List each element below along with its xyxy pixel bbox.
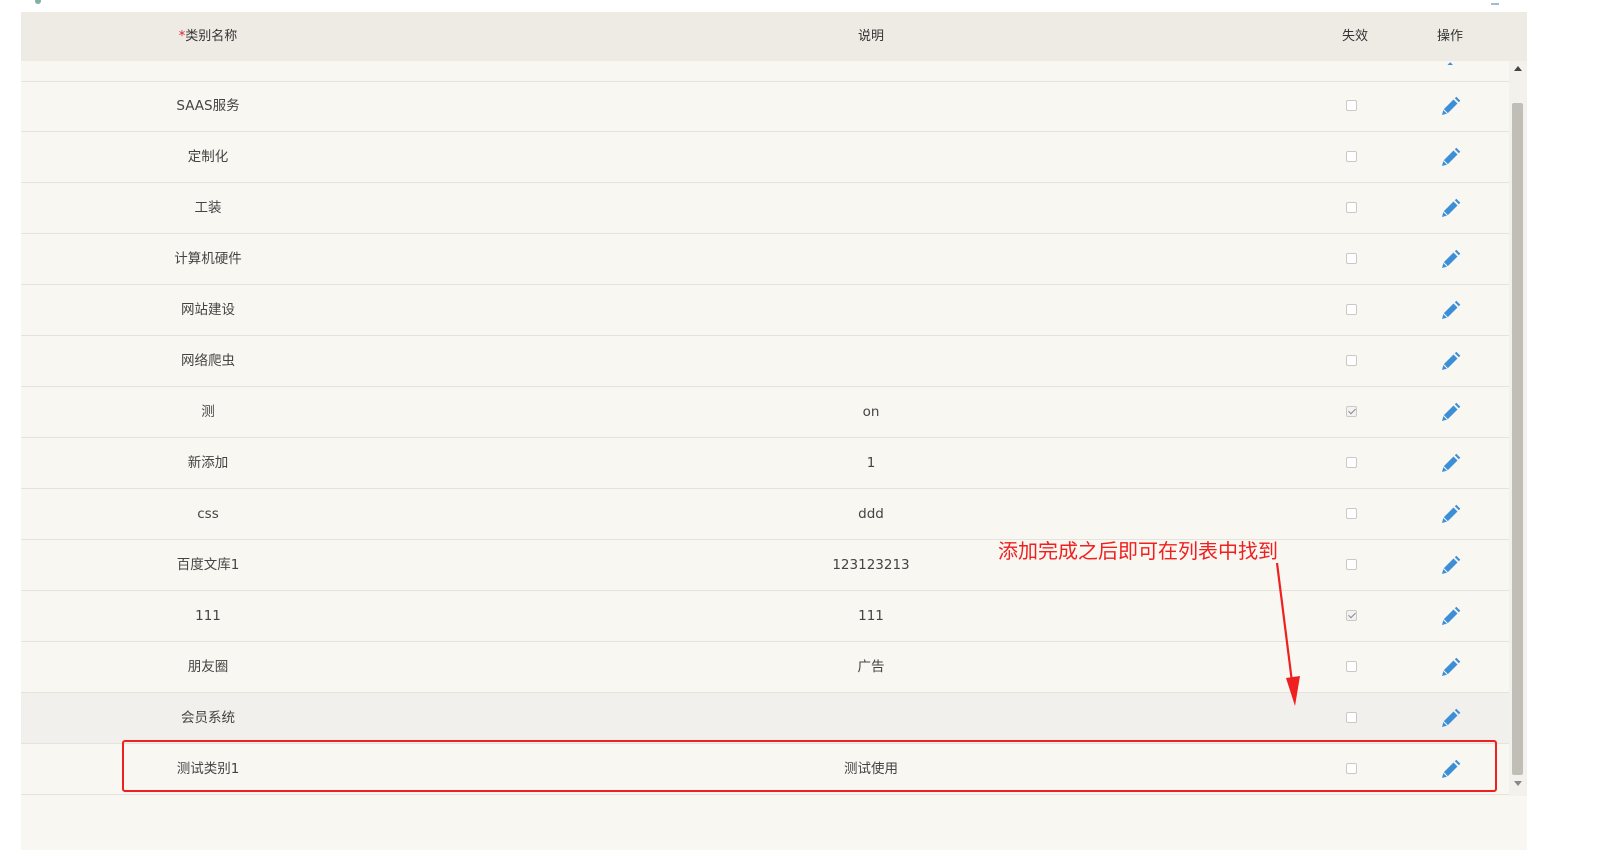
pencil-edit-icon[interactable] — [1439, 504, 1461, 526]
invalid-checkbox[interactable] — [1346, 253, 1357, 264]
cell-description: ddd — [858, 506, 884, 522]
cell-description — [395, 336, 1347, 386]
pencil-edit-icon[interactable] — [1439, 300, 1461, 322]
cell-description — [395, 81, 1347, 131]
scroll-down-arrow-icon[interactable] — [1514, 781, 1522, 786]
invalid-checkbox[interactable] — [1346, 151, 1357, 162]
pencil-edit-icon[interactable] — [1439, 96, 1461, 118]
scrollbar-thumb[interactable] — [1512, 103, 1523, 775]
table-row: 计算机硬件 — [21, 234, 1509, 285]
invalid-checkbox[interactable] — [1346, 559, 1357, 570]
pencil-edit-icon[interactable] — [1439, 759, 1461, 781]
cell-description: 测试使用 — [844, 761, 898, 777]
invalid-checkbox[interactable] — [1346, 661, 1357, 672]
cell-category-name: 111 — [195, 608, 221, 624]
invalid-checkbox[interactable] — [1346, 763, 1357, 774]
invalid-checkbox[interactable] — [1346, 610, 1357, 621]
header-action: 操作 — [1436, 29, 1463, 44]
cell-category-name: 网站建设 — [181, 302, 235, 318]
cell-category-name: 定制化 — [187, 149, 229, 165]
table-row: SAAS服务 — [21, 81, 1509, 132]
cell-category-name: 朋友圈 — [187, 659, 229, 675]
cell-category-name: 新添加 — [187, 455, 229, 471]
pencil-edit-icon[interactable] — [1439, 402, 1461, 424]
table-row: css ddd — [21, 489, 1509, 540]
pencil-edit-icon[interactable] — [1439, 555, 1461, 577]
cell-description — [395, 285, 1347, 335]
category-table-panel: *类别名称 说明 失效 操作 SAAS服务 定制化工装计算机硬件网站建设网络爬虫测… — [21, 0, 1527, 850]
cell-description — [395, 234, 1347, 284]
header-description[interactable]: 说明 — [395, 12, 1347, 61]
annotation-arrow-icon — [1275, 562, 1300, 706]
invalid-checkbox[interactable] — [1346, 712, 1357, 723]
invalid-checkbox[interactable] — [1346, 457, 1357, 468]
table-row: 工装 — [21, 183, 1509, 234]
invalid-checkbox[interactable] — [1346, 406, 1357, 417]
cell-category-name: 工装 — [194, 200, 222, 216]
cell-description — [395, 132, 1347, 182]
pencil-edit-icon[interactable] — [1439, 453, 1461, 475]
cell-category-name: 测试类别1 — [176, 761, 240, 777]
invalid-checkbox[interactable] — [1346, 100, 1357, 111]
cell-category-name: css — [197, 506, 219, 522]
cell-category-name: SAAS服务 — [176, 98, 240, 114]
cell-category-name: 会员系统 — [181, 710, 235, 726]
pencil-edit-icon[interactable] — [1439, 249, 1461, 271]
cell-description — [395, 183, 1347, 233]
cell-description: 1 — [866, 455, 876, 471]
cell-category-name: 计算机硬件 — [174, 251, 242, 267]
scroll-up-arrow-icon[interactable] — [1514, 66, 1522, 71]
pencil-edit-icon[interactable] — [1439, 351, 1461, 373]
cell-category-name: 百度文库1 — [176, 557, 240, 573]
table-row: 网络爬虫 — [21, 336, 1509, 387]
cell-description: 111 — [858, 608, 884, 624]
table-row: 网站建设 — [21, 285, 1509, 336]
vertical-scrollbar[interactable] — [1509, 61, 1527, 796]
pencil-edit-icon[interactable] — [1441, 59, 1455, 65]
pencil-edit-icon[interactable] — [1439, 606, 1461, 628]
top-left-mark — [35, 0, 41, 4]
table-row: 定制化 — [21, 132, 1509, 183]
invalid-checkbox[interactable] — [1346, 202, 1357, 213]
cell-description: on — [862, 404, 880, 420]
header-name[interactable]: *类别名称 — [21, 12, 395, 61]
pencil-edit-icon[interactable] — [1439, 198, 1461, 220]
invalid-checkbox[interactable] — [1346, 508, 1357, 519]
table-row: 测 on — [21, 387, 1509, 438]
cell-description — [395, 693, 1347, 743]
table-row-partial — [21, 61, 1509, 82]
annotation-text: 添加完成之后即可在列表中找到 — [998, 539, 1278, 563]
pencil-edit-icon[interactable] — [1439, 147, 1461, 169]
invalid-checkbox[interactable] — [1346, 304, 1357, 315]
table-row: 测试类别1 测试使用 — [21, 744, 1509, 795]
cell-category-name: 网络爬虫 — [181, 353, 235, 369]
pencil-edit-icon[interactable] — [1439, 708, 1461, 730]
header-invalid[interactable]: 失效 — [1310, 12, 1400, 61]
top-right-mark — [1491, 0, 1499, 5]
cell-description: 广告 — [857, 659, 885, 675]
table-header: *类别名称 说明 失效 操作 — [21, 12, 1527, 61]
pencil-edit-icon[interactable] — [1439, 657, 1461, 679]
table-row: 新添加 1 — [21, 438, 1509, 489]
header-name-label: 类别名称 — [185, 29, 238, 44]
top-strip — [21, 0, 1527, 12]
cell-category-name: 测 — [201, 404, 215, 420]
invalid-checkbox[interactable] — [1346, 355, 1357, 366]
